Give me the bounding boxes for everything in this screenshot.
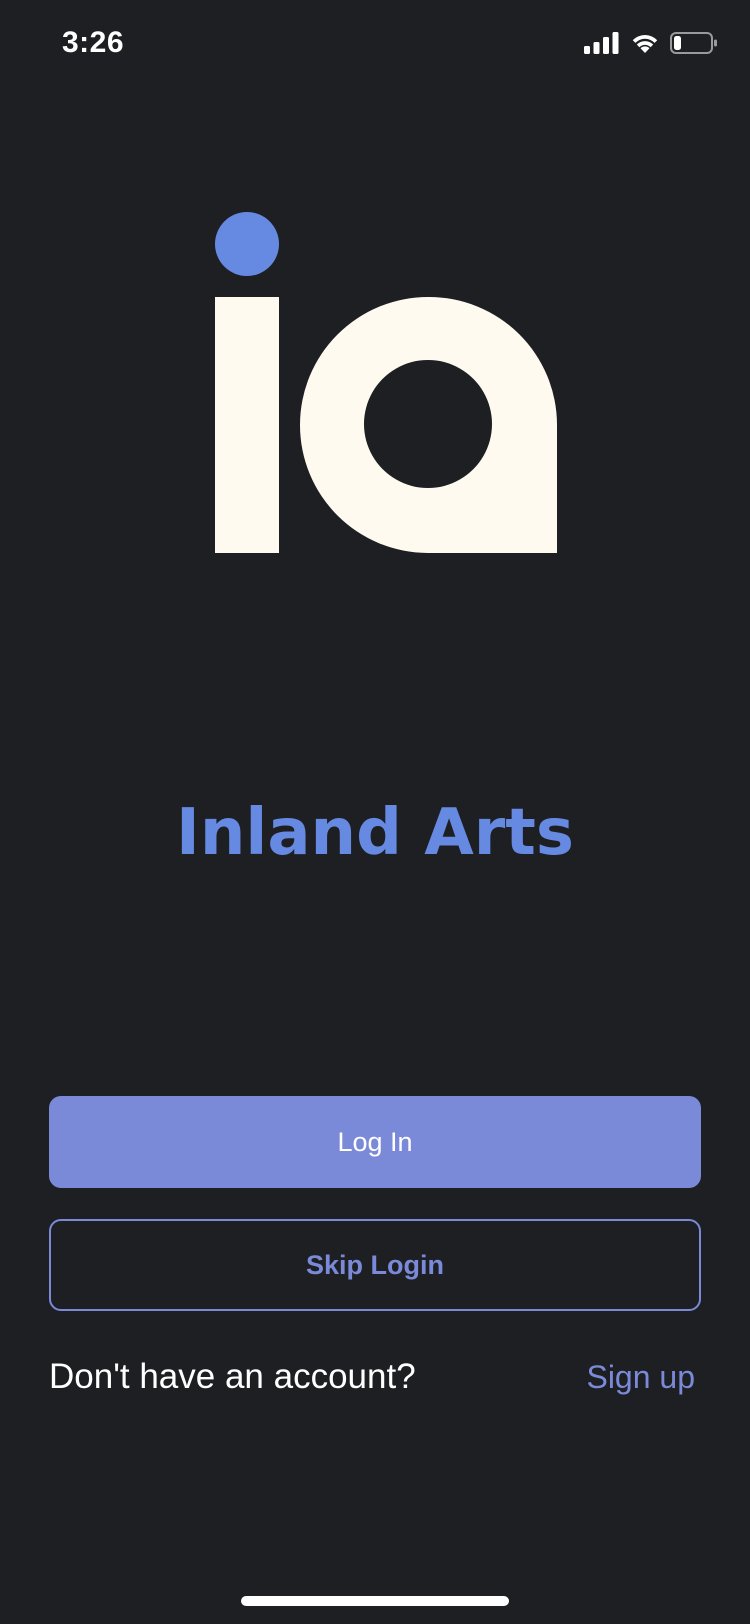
status-icons bbox=[584, 31, 718, 59]
skip-login-button[interactable]: Skip Login bbox=[49, 1219, 701, 1311]
battery-level bbox=[674, 35, 681, 50]
login-button-label: Log In bbox=[337, 1126, 413, 1157]
battery-icon bbox=[670, 31, 718, 59]
wifi-icon bbox=[630, 32, 660, 59]
signup-prompt: Don't have an account? bbox=[49, 1357, 416, 1396]
ia-logo-icon bbox=[215, 212, 557, 553]
signup-link[interactable]: Sign up bbox=[586, 1359, 695, 1396]
skip-login-button-label: Skip Login bbox=[306, 1249, 444, 1280]
signup-row: Don't have an account? Sign up bbox=[49, 1352, 701, 1402]
home-indicator bbox=[241, 1596, 509, 1606]
status-bar: 3:26 bbox=[0, 0, 750, 92]
brand-logo: Inland Arts bbox=[0, 200, 750, 870]
brand-name: Inland Arts bbox=[176, 796, 574, 870]
login-button[interactable]: Log In bbox=[49, 1096, 701, 1188]
status-time: 3:26 bbox=[62, 26, 125, 59]
cellular-signal-icon bbox=[584, 31, 620, 59]
